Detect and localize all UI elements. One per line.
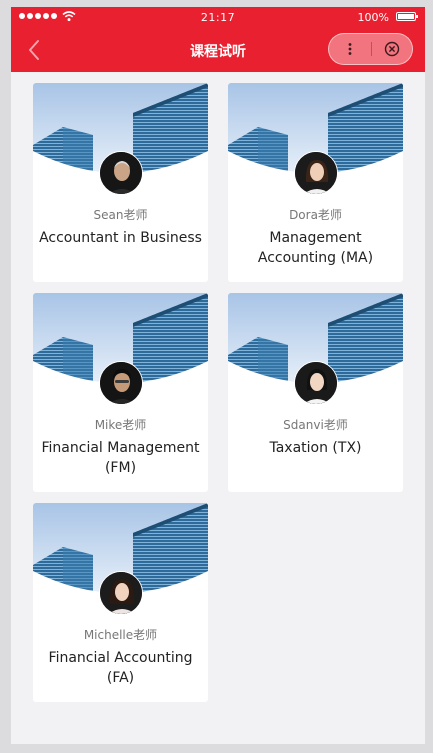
course-title: Financial Management (FM) [41, 440, 200, 476]
battery-percentage: 100% [357, 11, 389, 24]
avatar [294, 361, 338, 405]
teacher-name: Sean老师 [93, 208, 148, 222]
course-title: Accountant in Business [39, 230, 202, 246]
course-card[interactable]: Mike老师 Financial Management (FM) [33, 293, 208, 492]
teacher-name: Michelle老师 [83, 628, 158, 642]
battery-icon [396, 12, 418, 21]
course-title: Taxation (TX) [269, 440, 362, 456]
close-circle-icon[interactable] [372, 34, 412, 64]
battery-level [398, 14, 414, 19]
more-vertical-icon[interactable] [329, 34, 371, 64]
course-card[interactable]: Dora老师 Management Accounting (MA) [228, 83, 403, 282]
avatar [99, 151, 143, 195]
teacher-name: Dora老师 [289, 208, 342, 222]
course-card[interactable]: Sean老师 Accountant in Business [33, 83, 208, 282]
avatar [99, 361, 143, 405]
phone-screen: 21:17 100% 课程试听 Sean老师 Accountant in Bus… [11, 7, 425, 744]
miniprogram-capsule [328, 33, 413, 65]
avatar [294, 151, 338, 195]
course-card[interactable]: Michelle老师 Financial Accounting (FA) [33, 503, 208, 702]
course-title: Financial Accounting (FA) [48, 650, 193, 686]
nav-bar: 课程试听 [11, 28, 425, 72]
status-bar: 21:17 100% [11, 7, 425, 28]
teacher-name: Mike老师 [94, 418, 147, 432]
avatar [99, 571, 143, 615]
teacher-name: Sdanvi老师 [283, 418, 348, 432]
course-title: Management Accounting (MA) [257, 230, 374, 266]
course-card[interactable]: Sdanvi老师 Taxation (TX) [228, 293, 403, 492]
